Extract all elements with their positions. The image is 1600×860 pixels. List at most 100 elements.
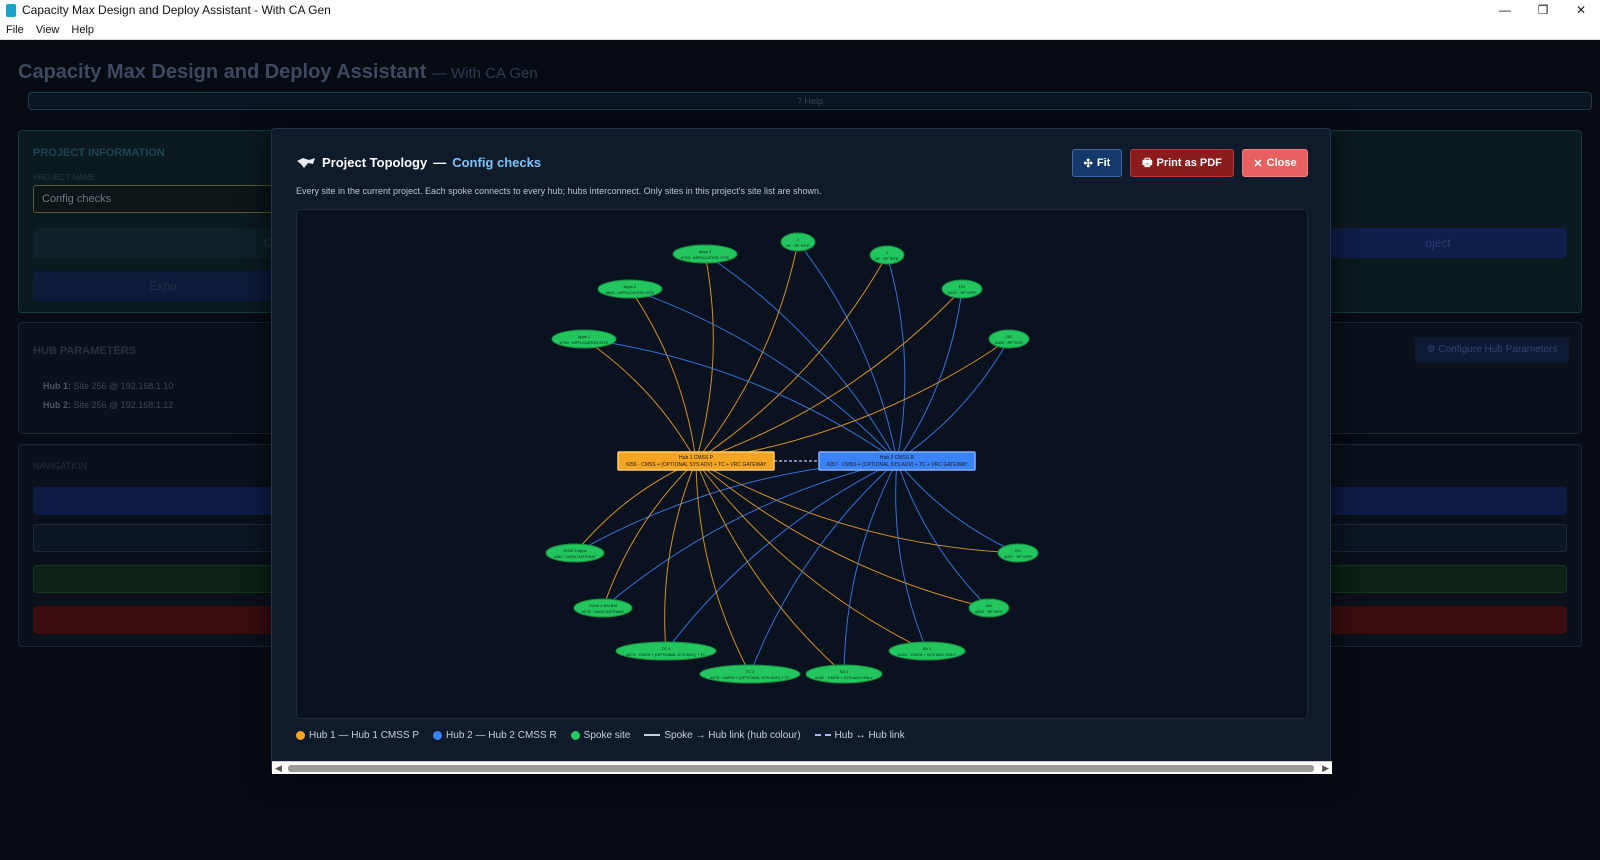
spoke-node-9[interactable]: 201#201 · RF SITE	[997, 543, 1039, 563]
spoke-detail-1: #799 · APPLICATION SITE	[681, 255, 730, 260]
spoke-ellipse-10	[573, 598, 633, 618]
close-button[interactable]: ✕ Close	[1242, 149, 1308, 177]
hub2-label: Hub 2:	[43, 400, 71, 410]
spoke-ellipse-4	[597, 279, 663, 299]
modal-title-separator: —	[433, 155, 447, 170]
hub2-row: Hub 2: Site 256 @ 192.168.1.12	[43, 400, 173, 410]
restore-icon[interactable]: ❐	[1524, 0, 1562, 20]
legend-hub1: Hub 1 — Hub 1 CMSS P	[296, 730, 419, 741]
project-name-input[interactable]: Config checks	[33, 185, 303, 213]
spoke-name-8: DGW 2 Apps	[563, 548, 586, 553]
spoke-node-15[interactable]: SA 2#252 · CMSS + SYS ADV ONLY	[805, 664, 883, 684]
app-icon	[6, 3, 16, 17]
link-spoke12-hub2	[665, 460, 898, 652]
legend-link: Spoke → Hub link (hub colour)	[644, 729, 801, 741]
spoke-node-7[interactable]: 102#102 · RF SITE	[988, 329, 1030, 349]
close-window-icon[interactable]: ✕	[1562, 0, 1600, 20]
hub-node-1[interactable]: Hub 1 CMSS P#256 · CMSS + (OPTIONAL SYS …	[617, 451, 775, 471]
spoke-node-2[interactable]: 1#1 · RF SITE	[780, 232, 816, 252]
topology-modal: Project Topology — Config checks ✣ Fit 🖶 P…	[271, 128, 1332, 774]
hub-name-2: Hub 2 CMSS R	[880, 455, 915, 461]
spoke-detail-15: #252 · CMSS + SYS ADV ONLY	[815, 675, 873, 680]
print-pdf-button[interactable]: 🖶 Print as PDF	[1130, 149, 1234, 177]
spoke-ellipse-12	[615, 641, 717, 661]
scroll-left-icon[interactable]: ◀	[275, 763, 282, 774]
spoke-node-11[interactable]: 202#202 · RF SITE	[968, 598, 1010, 618]
spoke-detail-5: #101 · RF SITE	[948, 290, 976, 295]
minimize-icon[interactable]: —	[1486, 0, 1524, 20]
spoke-node-14[interactable]: TC 3#273 · CMSS + (OPTIONAL SYS ADV) + T…	[699, 664, 801, 684]
spoke-name-5: 101	[959, 284, 966, 289]
spoke-node-4[interactable]: Apps 2#800 · APPLICATION SITE	[597, 279, 663, 299]
window-title: Capacity Max Design and Deploy Assistant…	[22, 3, 331, 17]
menu-view[interactable]: View	[30, 24, 66, 36]
modal-project-name: Config checks	[452, 155, 542, 170]
hub-node-2[interactable]: Hub 2 CMSS R#257 · CMSS + (OPTIONAL SYS …	[818, 451, 976, 471]
link-spoke14-hub1	[695, 460, 751, 675]
project-action-button[interactable]: oject	[1309, 228, 1567, 258]
spoke-node-5[interactable]: 101#101 · RF SITE	[941, 279, 983, 299]
network-icon	[297, 157, 315, 168]
menu-help[interactable]: Help	[65, 24, 100, 36]
spoke-node-6[interactable]: Apps 1#790 · APPLICATION SITE	[551, 329, 617, 349]
hub1-value: Site 256 @ 192.168.1.10	[73, 381, 174, 391]
spoke-ellipse-6	[551, 329, 617, 349]
spoke-ellipse-9	[997, 543, 1039, 563]
printer-icon: 🖶	[1142, 156, 1153, 169]
spoke-detail-9: #201 · RF SITE	[1004, 554, 1032, 559]
spoke-detail-13: #251 · CMSS + SYS ADV ONLY	[898, 652, 956, 657]
export-button[interactable]: Expo	[33, 271, 293, 301]
spoke-ellipse-5	[941, 279, 983, 299]
link-spoke11-hub2	[896, 460, 990, 609]
configure-hub-button[interactable]: ⚙ Configure Hub Parameters	[1415, 337, 1569, 363]
spoke-ellipse-7	[988, 329, 1030, 349]
menu-file[interactable]: File	[0, 24, 30, 36]
spoke-ellipse-3	[869, 245, 905, 265]
close-icon: ✕	[1253, 157, 1263, 170]
legend-link-label: Spoke → Hub link (hub colour)	[664, 729, 801, 741]
spoke-detail-10: #278 · DATA GATEWAY	[582, 609, 625, 614]
spoke-name-10: DGW 1 RM BM	[589, 603, 617, 608]
link-spoke1-hub2	[704, 253, 898, 462]
help-button[interactable]: ? Help	[28, 92, 1592, 110]
spoke-node-8[interactable]: DGW 2 Apps#280 · DATA GATEWAY	[545, 543, 605, 563]
link-spoke6-hub2	[583, 338, 898, 462]
horizontal-scrollbar[interactable]: ◀ ▶	[272, 761, 1332, 774]
app-subtitle: — With CA Gen	[431, 65, 538, 82]
spoke-name-6: Apps 1	[578, 334, 591, 339]
link-spoke2-hub2	[797, 241, 898, 462]
spoke-detail-3: #2 · RF SITE	[875, 256, 899, 261]
fit-button[interactable]: ✣ Fit	[1072, 149, 1122, 177]
link-spoke1-hub1	[695, 253, 714, 462]
scrollbar-thumb[interactable]	[288, 765, 1314, 772]
scroll-right-icon[interactable]: ▶	[1322, 763, 1329, 774]
spoke-detail-11: #202 · RF SITE	[975, 609, 1003, 614]
link-spoke6-hub1	[583, 338, 697, 462]
spoke-detail-12: #274 · CMSS + (OPTIONAL SYS ADV) + TC	[626, 652, 705, 657]
hub-detail-2: #257 · CMSS + (OPTIONAL SYS ADV) + TC + …	[827, 462, 969, 468]
legend-hublink-label: Hub ↔ Hub link	[834, 729, 905, 741]
spoke-name-12: TC 4	[662, 646, 671, 651]
spoke-name-7: 102	[1006, 334, 1013, 339]
legend-hub2-swatch	[433, 730, 443, 740]
link-spoke13-hub1	[695, 460, 928, 652]
spoke-node-3[interactable]: 2#2 · RF SITE	[869, 245, 905, 265]
link-spoke8-hub1	[574, 460, 697, 554]
spoke-detail-4: #800 · APPLICATION SITE	[606, 290, 655, 295]
legend-hub1-label: Hub 1 — Hub 1 CMSS P	[309, 729, 420, 741]
app-title: Capacity Max Design and Deploy Assistant…	[18, 61, 538, 84]
spoke-node-12[interactable]: TC 4#274 · CMSS + (OPTIONAL SYS ADV) + T…	[615, 641, 717, 661]
spoke-name-15: SA 2	[840, 669, 849, 674]
topology-canvas[interactable]: Hub 1 CMSS P #256 · CMSS + (OPTIONAL SYS …	[296, 209, 1308, 719]
spoke-ellipse-11	[968, 598, 1010, 618]
spoke-node-13[interactable]: SA 1#251 · CMSS + SYS ADV ONLY	[888, 641, 966, 661]
spoke-name-14: TC 3	[746, 669, 755, 674]
close-label: Close	[1266, 157, 1297, 169]
link-spoke8-hub2	[574, 460, 898, 554]
window-titlebar: Capacity Max Design and Deploy Assistant…	[0, 0, 1600, 20]
spoke-node-1[interactable]: Apps 3#799 · APPLICATION SITE	[672, 244, 738, 264]
spoke-node-10[interactable]: DGW 1 RM BM#278 · DATA GATEWAY	[573, 598, 633, 618]
link-spoke2-hub1	[695, 241, 799, 462]
link-spoke3-hub1	[695, 254, 888, 462]
spoke-ellipse-8	[545, 543, 605, 563]
